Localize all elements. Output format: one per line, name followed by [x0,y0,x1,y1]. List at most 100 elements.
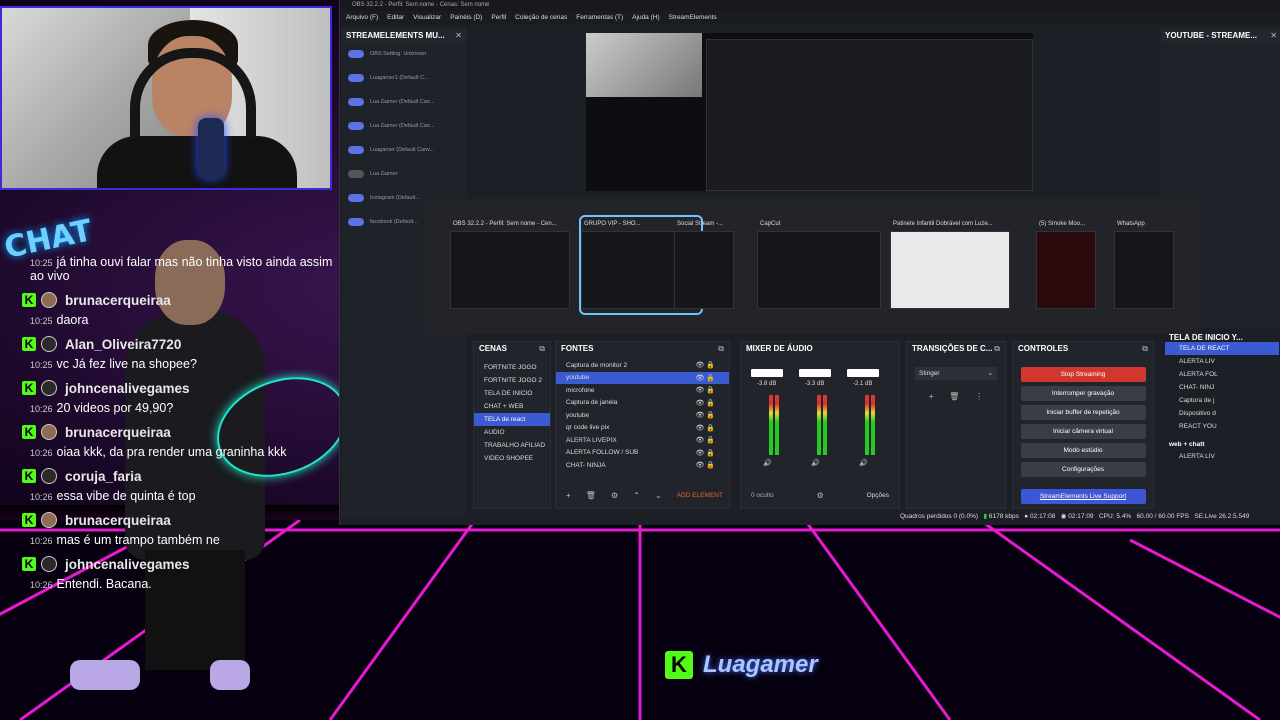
message-text: 10:25 daora [22,313,342,327]
message-body: oiaa kkk, da pra render uma graninha kkk [56,445,287,459]
transition-select[interactable]: Stinger ⌄ [915,367,997,380]
more-options-icon[interactable]: ⋮ [975,392,983,401]
streamelements-destination: Lua Gamer (Default Can... [342,114,466,138]
add-transition-icon[interactable]: + [929,392,934,401]
volume-slider[interactable] [799,369,831,377]
scene-item[interactable]: TELA DE INICIO [474,387,550,400]
scene-item[interactable]: AUDIO [474,426,550,439]
menu-item[interactable]: Visualizar [413,11,441,25]
add-element-button[interactable]: ADD ELEMENT [677,492,723,499]
support-button[interactable]: StreamElements Live Support [1020,489,1146,504]
source-item[interactable]: youtube 👁 🔒 [556,371,729,384]
move-up-icon[interactable]: ⌃ [633,491,640,500]
source-label: ALERTA FOLLOW / SUB [566,449,639,457]
visibility-icon[interactable]: 👁 🔒 [695,386,715,394]
list-item[interactable]: ALERTA LIV [1165,450,1279,463]
speaker-icon[interactable]: 🔊 [859,459,868,467]
switcher-window[interactable]: OBS 32.2.2 - Perfil: Sem nome - Cen... [450,217,570,313]
source-item[interactable]: Captura de janela 👁 🔒 [556,397,729,410]
source-item[interactable]: ALERTA LIVEPIX 👁 🔒 [556,434,729,447]
source-item[interactable]: Captura de monitor 2 👁 🔒 [556,359,729,372]
switcher-window[interactable]: (5) Smoke Moo... [1036,217,1096,313]
scene-item[interactable]: TRABALHO AFILIAD [474,439,550,452]
menu-item[interactable]: Perfil [491,11,506,25]
remove-source-icon[interactable]: 🗑 [586,491,596,500]
mixer-options-button[interactable]: Opções [867,492,889,499]
destination-toggle[interactable] [348,170,364,178]
dock-menu-icon[interactable]: ⧉ [994,344,1000,354]
close-icon[interactable]: ✕ [455,31,462,40]
visibility-icon[interactable]: 👁 🔒 [695,374,715,382]
scene-item[interactable]: CHAT + WEB [474,400,550,413]
list-item[interactable]: TELA DE REACT [1165,342,1279,355]
control-button[interactable]: Interromper gravação [1020,386,1146,401]
list-item[interactable]: REACT YOU [1165,420,1279,433]
visibility-icon[interactable]: 👁 🔒 [695,461,715,469]
task-switcher: OBS 32.2.2 - Perfil: Sem nome - Cen... GR… [424,199,1200,334]
speaker-icon[interactable]: 🔊 [811,459,820,467]
source-item[interactable]: qr code live pix 👁 🔒 [556,422,729,435]
menu-item[interactable]: Ferramentas (T) [576,11,623,25]
menu-item[interactable]: Ajuda (H) [632,11,659,25]
destination-toggle[interactable] [348,98,364,106]
visibility-icon[interactable]: 👁 🔒 [695,399,715,407]
volume-slider[interactable] [847,369,879,377]
control-button[interactable]: Stop Streaming [1020,367,1146,382]
control-button[interactable]: Configurações [1020,462,1146,477]
switcher-window[interactable]: WhatsApp [1114,217,1174,313]
visibility-icon[interactable]: 👁 🔒 [695,424,715,432]
menu-item[interactable]: Arquivo (F) [346,11,378,25]
list-item[interactable]: Dispositivo d [1165,407,1279,420]
source-item[interactable]: youtube 👁 🔒 [556,409,729,422]
move-down-icon[interactable]: ⌄ [655,491,662,500]
control-button[interactable]: Modo estúdio [1020,443,1146,458]
avatar [41,292,57,308]
visibility-icon[interactable]: 👁 🔒 [695,449,715,457]
switcher-window[interactable]: CapCut [757,217,881,313]
scene-item[interactable]: TELA de react [474,413,550,426]
source-item[interactable]: microfone 👁 🔒 [556,384,729,397]
switcher-window[interactable]: Social Stream -... [674,217,734,313]
list-item[interactable]: ALERTA FOL [1165,368,1279,381]
source-item[interactable]: CHAT- NINJA 👁 🔒 [556,459,729,472]
source-properties-icon[interactable]: ⚙ [611,491,618,500]
scene-item[interactable]: VIDEO SHOPEE [474,452,550,465]
message-body: daora [56,313,89,327]
source-item[interactable]: ALERTA FOLLOW / SUB 👁 🔒 [556,447,729,460]
control-button[interactable]: Iniciar câmera virtual [1020,424,1146,439]
channel-db: -3.8 dB [757,381,777,387]
destination-label: Luagamer1 (Default C... [370,74,429,81]
dock-menu-icon[interactable]: ⧉ [718,344,724,354]
level-meter [769,395,773,455]
remove-transition-icon[interactable]: 🗑 [949,392,959,401]
mixer-settings-icon[interactable]: ⚙ [817,491,824,500]
list-item[interactable]: CHAT- NINJ [1165,381,1279,394]
dock-menu-icon[interactable]: ⧉ [539,344,545,354]
destination-toggle[interactable] [348,146,364,154]
list-item[interactable]: Captura de j [1165,394,1279,407]
visibility-icon[interactable]: 👁 🔒 [695,436,715,444]
menu-item[interactable]: Editar [387,11,404,25]
scene-item[interactable]: FORTNITE JOGO [474,361,550,374]
menu-item[interactable]: Painéis (D) [450,11,482,25]
switcher-window[interactable]: Patinete Infantil Dobrável com Luze... [890,217,1010,313]
window-thumbnail [1114,231,1174,309]
destination-toggle[interactable] [348,218,364,226]
destination-toggle[interactable] [348,74,364,82]
add-source-icon[interactable]: + [566,491,571,500]
volume-slider[interactable] [751,369,783,377]
destination-toggle[interactable] [348,50,364,58]
close-icon[interactable]: ✕ [1270,31,1277,40]
speaker-icon[interactable]: 🔊 [763,459,772,467]
chat-message: 10:25 já tinha ouvi falar mas não tinha v… [30,255,333,283]
visibility-icon[interactable]: 👁 🔒 [695,361,715,369]
list-item[interactable]: ALERTA LIV [1165,355,1279,368]
visibility-icon[interactable]: 👁 🔒 [695,411,715,419]
dock-menu-icon[interactable]: ⧉ [1142,344,1148,354]
destination-toggle[interactable] [348,194,364,202]
menu-item[interactable]: StreamElements [669,11,717,25]
scene-item[interactable]: FORTNITE JOGO 2 [474,374,550,387]
destination-toggle[interactable] [348,122,364,130]
control-button[interactable]: Iniciar buffer de repetição [1020,405,1146,420]
menu-item[interactable]: Coleção de cenas [515,11,567,25]
